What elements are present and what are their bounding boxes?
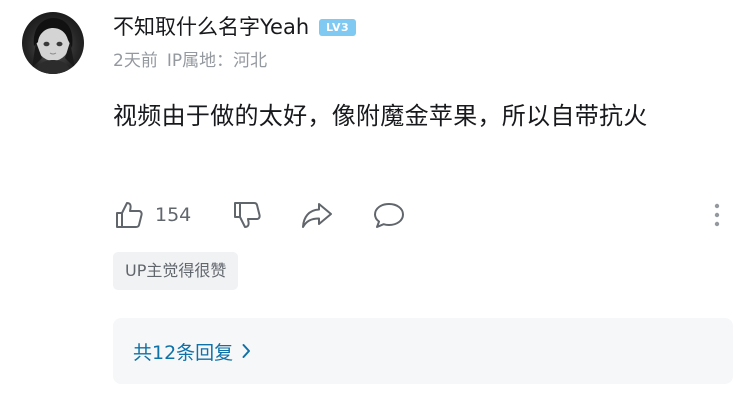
share-button[interactable]: [300, 196, 334, 234]
comment-card: 不知取什么名字Yeah LV3 2天前 IP属地：河北 视频由于做的太好，像附魔金…: [0, 0, 754, 416]
reply-bubble-icon: [374, 203, 404, 228]
thumbs-down-icon: [234, 202, 261, 228]
comment-meta: 2天前 IP属地：河北: [113, 49, 267, 73]
level-badge: LV3: [319, 18, 357, 36]
like-button[interactable]: 154: [113, 196, 191, 234]
ip-location: IP属地：河北: [166, 51, 268, 71]
avatar[interactable]: [22, 12, 84, 74]
reply-button[interactable]: [372, 196, 406, 234]
more-button[interactable]: [707, 196, 727, 234]
username-row: 不知取什么名字Yeah LV3: [113, 13, 357, 41]
share-icon: [302, 203, 332, 228]
chevron-right-icon: [242, 344, 251, 358]
post-time: 2天前: [113, 51, 158, 71]
like-count: 154: [155, 204, 192, 226]
replies-count-label: 共12条回复: [133, 341, 234, 364]
comment-text: 视频由于做的太好，像附魔金苹果，所以自带抗火: [113, 102, 648, 130]
action-bar: 154: [113, 196, 733, 234]
more-vertical-icon: [714, 203, 720, 227]
thumbs-up-icon: [116, 202, 143, 228]
view-replies-link[interactable]: 共12条回复: [133, 338, 251, 365]
up-liked-badge: UP主觉得很赞: [113, 252, 239, 290]
username[interactable]: 不知取什么名字Yeah: [113, 13, 309, 41]
avatar-image: [32, 18, 75, 74]
replies-panel: 共12条回复: [113, 318, 733, 384]
dislike-button[interactable]: [231, 196, 263, 234]
